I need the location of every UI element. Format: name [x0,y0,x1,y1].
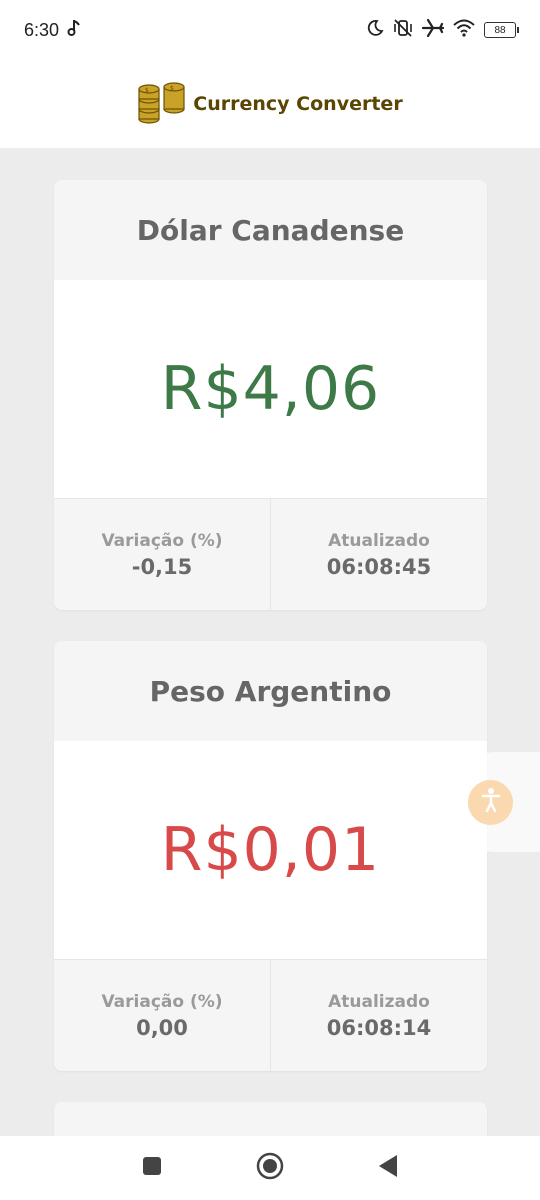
wifi-icon [453,19,475,41]
card-header: Peso Argentino [54,641,487,741]
variation-label: Variação (%) [101,530,223,551]
status-bar: 6:30 88 [0,0,540,60]
airplane-icon [421,18,445,42]
floating-accessibility-wrapper [446,752,540,852]
variation-value: 0,00 [136,1015,188,1040]
card-footer: Variação (%) 0,00 Atualizado 06:08:14 [54,959,487,1071]
updated-value: 06:08:14 [326,1015,432,1040]
updated-cell: Atualizado 06:08:14 [270,960,487,1071]
circle-icon [256,1152,284,1184]
updated-value: 06:08:45 [326,554,432,579]
accessibility-button[interactable] [468,779,513,825]
card-body: R$4,06 [54,280,487,498]
app-title: Currency Converter [193,93,403,115]
recent-apps-button[interactable] [93,1156,211,1180]
svg-text:$: $ [170,85,174,92]
status-time: 6:30 [24,19,60,40]
home-button[interactable] [211,1152,329,1184]
card-footer: Variação (%) -0,15 Atualizado 06:08:45 [54,498,487,610]
coins-icon: $ $ [137,79,187,129]
variation-value: -0,15 [131,554,193,579]
updated-label: Atualizado [328,530,430,551]
svg-text:$: $ [145,87,149,94]
currency-name: Dólar Canadense [136,213,405,247]
triangle-back-icon [377,1154,399,1182]
square-icon [142,1156,162,1180]
variation-cell: Variação (%) -0,15 [54,499,270,610]
variation-cell: Variação (%) 0,00 [54,960,270,1071]
card-body: R$0,01 [54,741,487,959]
music-note-icon [67,19,81,41]
updated-label: Atualizado [328,991,430,1012]
card-header: Dólar Canadense [54,180,487,280]
navigation-bar [0,1136,540,1200]
accessibility-icon [480,787,502,817]
currency-value: R$0,01 [160,815,381,885]
currency-name: Peso Argentino [149,674,392,708]
currency-value: R$4,06 [160,354,381,424]
vibrate-off-icon [393,18,413,42]
variation-label: Variação (%) [101,991,223,1012]
currency-card[interactable]: Peso Argentino R$0,01 Variação (%) 0,00 … [54,641,487,1071]
updated-cell: Atualizado 06:08:45 [270,499,487,610]
back-button[interactable] [329,1154,447,1182]
currency-card[interactable]: Dólar Canadense R$4,06 Variação (%) -0,1… [54,180,487,610]
moon-icon [366,19,384,41]
app-header: $ $ Currency Converter [0,60,540,148]
battery-icon: 88 [484,22,519,38]
